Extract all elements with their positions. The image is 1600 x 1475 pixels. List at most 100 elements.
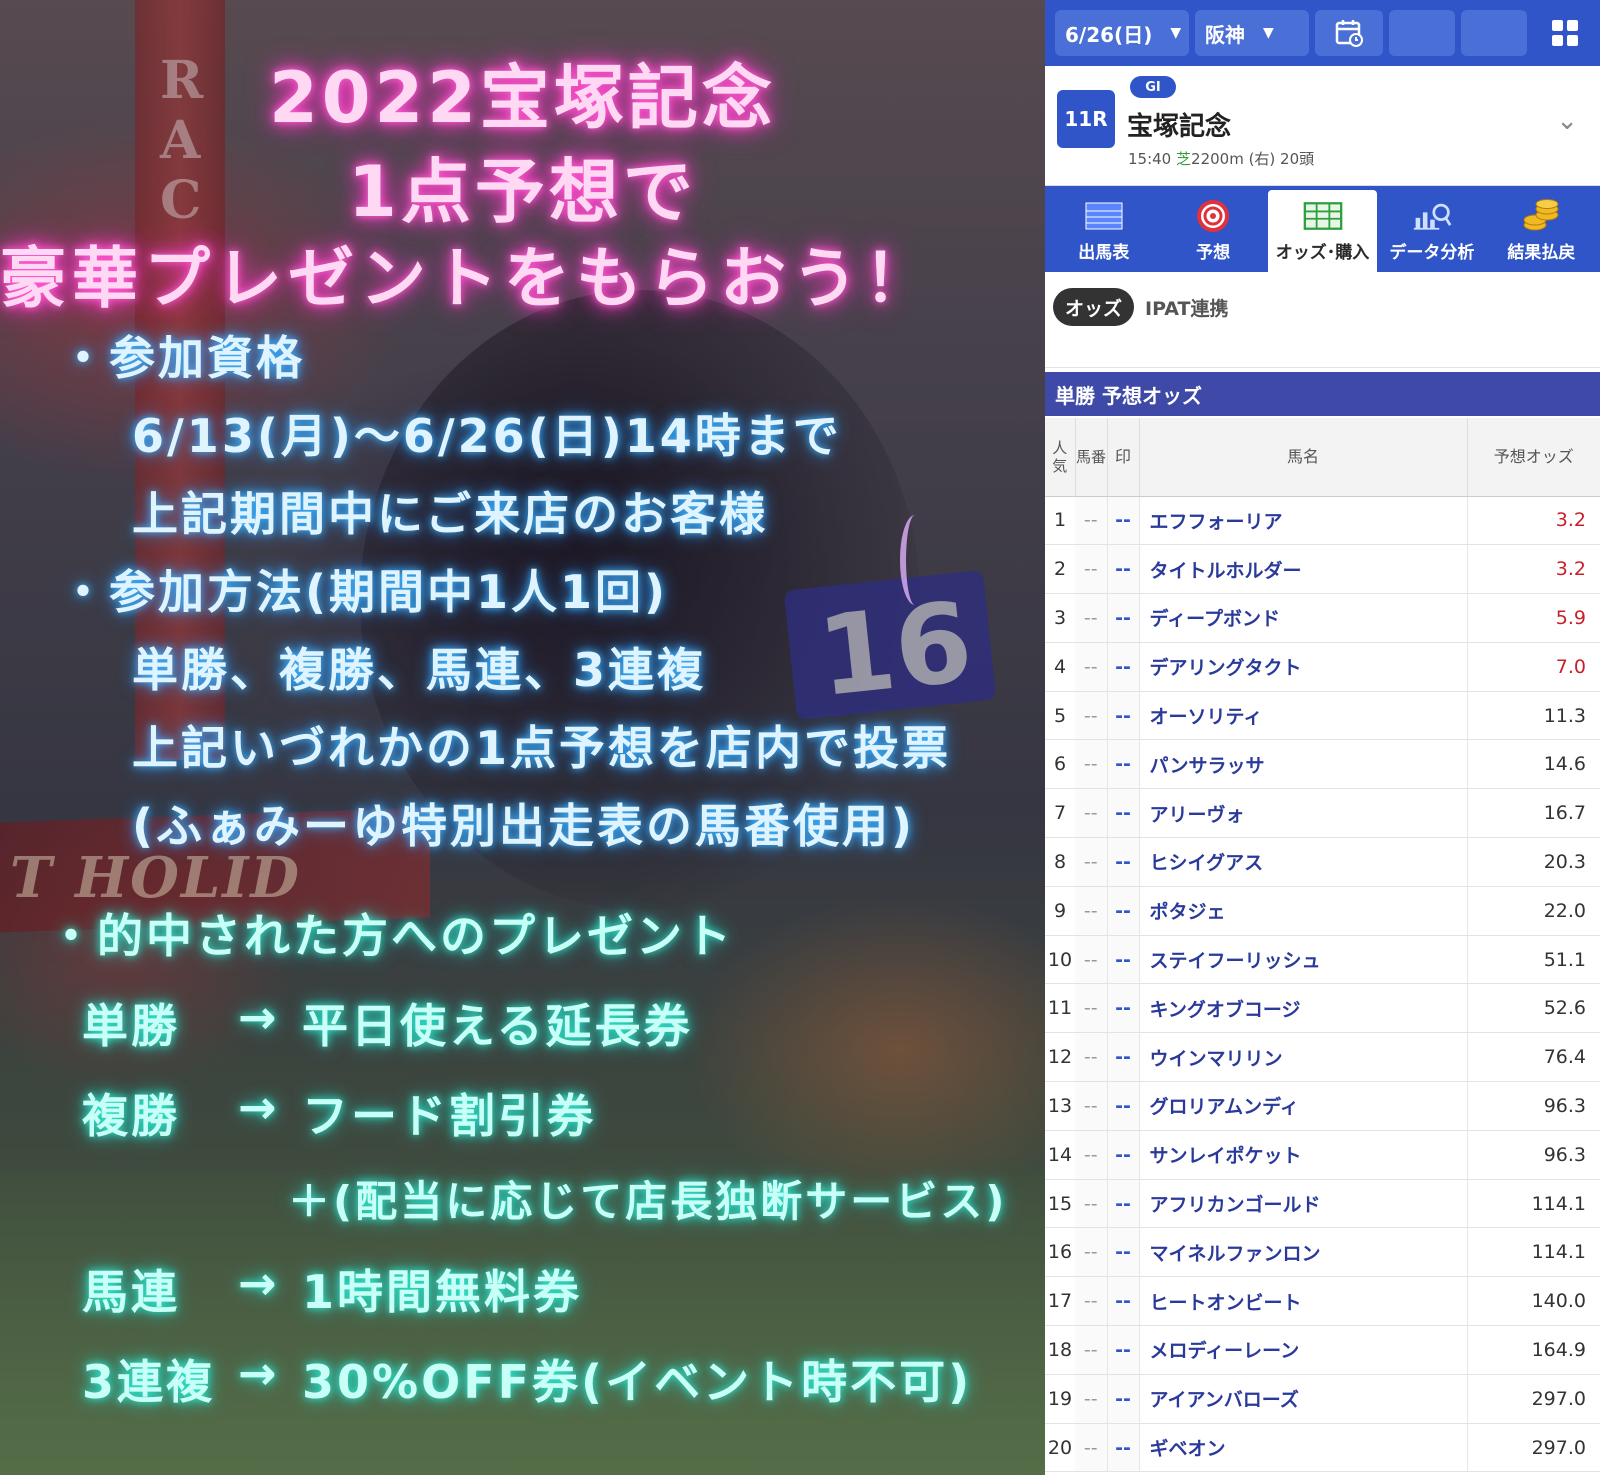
horse-number: -- bbox=[1075, 983, 1108, 1034]
horse-name: ディープボンド bbox=[1139, 593, 1468, 643]
tab-prediction[interactable]: 予想 bbox=[1158, 190, 1267, 272]
venue-select[interactable]: 阪神 ▼ bbox=[1195, 10, 1309, 56]
table-row[interactable]: 18 -- -- メロディーレーン 164.9 bbox=[1045, 1325, 1600, 1375]
popularity-rank: 12 bbox=[1045, 1032, 1075, 1083]
popularity-rank: 4 bbox=[1045, 642, 1075, 692]
table-row[interactable]: 2 -- -- タイトルホルダー 3.2 bbox=[1045, 544, 1600, 595]
coins-icon bbox=[1521, 198, 1561, 232]
nav-button[interactable] bbox=[1389, 10, 1455, 56]
race-distance: 2200m (右) 20頭 bbox=[1191, 150, 1315, 168]
prize-item: 平日使える延長券 bbox=[302, 999, 693, 1053]
prediction-mark: -- bbox=[1107, 642, 1140, 692]
table-row[interactable]: 9 -- -- ポタジェ 22.0 bbox=[1045, 886, 1600, 936]
prediction-mark: -- bbox=[1107, 593, 1140, 643]
prize-bet-label: 3連複 bbox=[82, 1355, 216, 1409]
table-row[interactable]: 19 -- -- アイアンバローズ 297.0 bbox=[1045, 1374, 1600, 1424]
table-header-row: 人気 馬番 印 馬名 予想オッズ bbox=[1045, 418, 1600, 497]
tab-results[interactable]: 結果払戻 bbox=[1487, 190, 1596, 272]
table-row[interactable]: 10 -- -- ステイフーリッシュ 51.1 bbox=[1045, 935, 1600, 985]
race-surface: 芝 bbox=[1176, 150, 1192, 168]
table-row[interactable]: 14 -- -- サンレイポケット 96.3 bbox=[1045, 1130, 1600, 1180]
horse-number: -- bbox=[1075, 1423, 1108, 1473]
popularity-rank: 15 bbox=[1045, 1179, 1075, 1229]
prediction-mark: -- bbox=[1107, 496, 1140, 546]
eligibility-who: 上記期間中にご来店のお客様 bbox=[132, 487, 769, 541]
win-odds: 7.0 bbox=[1467, 642, 1600, 692]
win-odds: 114.1 bbox=[1467, 1227, 1600, 1278]
prize-heading: ・的中された方へのプレゼント bbox=[48, 909, 734, 963]
subtab-odds[interactable]: オッズ bbox=[1053, 288, 1135, 326]
table-row[interactable]: 5 -- -- オーソリティ 11.3 bbox=[1045, 691, 1600, 741]
table-row[interactable]: 1 -- -- エフフォーリア 3.2 bbox=[1045, 496, 1600, 546]
table-row[interactable]: 17 -- -- ヒートオンビート 140.0 bbox=[1045, 1276, 1600, 1327]
chevron-down-icon: ▼ bbox=[1170, 25, 1182, 41]
horse-name: デアリングタクト bbox=[1139, 642, 1468, 692]
prize-item: 30%OFF券(イベント時不可) bbox=[302, 1355, 973, 1409]
col-header-mark: 印 bbox=[1107, 418, 1140, 497]
table-row[interactable]: 16 -- -- マイネルファンロン 114.1 bbox=[1045, 1227, 1600, 1278]
horse-name: ギベオン bbox=[1139, 1423, 1468, 1473]
table-row[interactable]: 15 -- -- アフリカンゴールド 114.1 bbox=[1045, 1179, 1600, 1229]
popularity-rank: 10 bbox=[1045, 935, 1075, 985]
table-row[interactable]: 7 -- -- アリーヴォ 16.7 bbox=[1045, 788, 1600, 839]
menu-grid-button[interactable] bbox=[1540, 10, 1590, 56]
horse-name: ヒシイグアス bbox=[1139, 837, 1468, 887]
horse-name: メロディーレーン bbox=[1139, 1325, 1468, 1375]
prediction-mark: -- bbox=[1107, 1130, 1140, 1180]
prediction-mark: -- bbox=[1107, 739, 1140, 790]
table-row[interactable]: 12 -- -- ウインマリリン 76.4 bbox=[1045, 1032, 1600, 1083]
popularity-rank: 3 bbox=[1045, 593, 1075, 643]
horse-name: アイアンバローズ bbox=[1139, 1374, 1468, 1424]
calendar-button[interactable] bbox=[1315, 10, 1383, 56]
table-row[interactable]: 3 -- -- ディープボンド 5.9 bbox=[1045, 593, 1600, 643]
win-odds: 297.0 bbox=[1467, 1374, 1600, 1424]
horse-number: -- bbox=[1075, 1032, 1108, 1083]
race-header[interactable]: 11R GI 宝塚記念 15:40 芝2200m (右) 20頭 ⌄ bbox=[1045, 66, 1600, 186]
horse-number: -- bbox=[1075, 837, 1108, 887]
prize-item: 1時間無料券 bbox=[302, 1265, 583, 1319]
race-tabs: 出馬表 予想 オッズ･購入 データ分析 結果払戻 bbox=[1045, 186, 1600, 272]
chevron-down-icon[interactable]: ⌄ bbox=[1556, 106, 1578, 136]
popularity-rank: 8 bbox=[1045, 837, 1075, 887]
win-odds: 114.1 bbox=[1467, 1179, 1600, 1229]
horse-name: アフリカンゴールド bbox=[1139, 1179, 1468, 1229]
tab-entries[interactable]: 出馬表 bbox=[1049, 190, 1158, 272]
win-odds: 14.6 bbox=[1467, 739, 1600, 790]
nav-button[interactable] bbox=[1461, 10, 1527, 56]
popularity-rank: 16 bbox=[1045, 1227, 1075, 1278]
prize-bet-label: 単勝 bbox=[82, 999, 180, 1053]
popularity-rank: 13 bbox=[1045, 1081, 1075, 1131]
tab-label: 結果払戻 bbox=[1507, 242, 1576, 263]
horse-number: -- bbox=[1075, 544, 1108, 595]
popularity-rank: 5 bbox=[1045, 691, 1075, 741]
popularity-rank: 6 bbox=[1045, 739, 1075, 790]
list-icon bbox=[1084, 200, 1124, 232]
venue-select-value: 阪神 bbox=[1205, 22, 1245, 47]
campaign-poster: R A C 16 T HOLID 2022宝塚記念 1点予想で 豪華プレゼントを… bbox=[0, 0, 1045, 1475]
prediction-mark: -- bbox=[1107, 1423, 1140, 1473]
win-odds: 164.9 bbox=[1467, 1325, 1600, 1375]
poster-title-line1: 2022宝塚記念 bbox=[269, 57, 776, 139]
tab-label: 出馬表 bbox=[1078, 242, 1130, 263]
grade-badge: GI bbox=[1130, 76, 1176, 98]
subtab-ipat-link[interactable]: IPAT連携 bbox=[1145, 288, 1228, 326]
horse-name: エフフォーリア bbox=[1139, 496, 1468, 546]
tab-odds-purchase[interactable]: オッズ･購入 bbox=[1267, 190, 1378, 272]
tab-data-analysis[interactable]: データ分析 bbox=[1377, 190, 1486, 272]
prediction-mark: -- bbox=[1107, 983, 1140, 1034]
horse-name: ステイフーリッシュ bbox=[1139, 935, 1468, 985]
table-row[interactable]: 8 -- -- ヒシイグアス 20.3 bbox=[1045, 837, 1600, 887]
win-odds: 52.6 bbox=[1467, 983, 1600, 1034]
popularity-rank: 20 bbox=[1045, 1423, 1075, 1473]
horse-name: ポタジェ bbox=[1139, 886, 1468, 936]
table-row[interactable]: 20 -- -- ギベオン 297.0 bbox=[1045, 1423, 1600, 1473]
table-row[interactable]: 11 -- -- キングオブコージ 52.6 bbox=[1045, 983, 1600, 1034]
prediction-mark: -- bbox=[1107, 1032, 1140, 1083]
table-row[interactable]: 4 -- -- デアリングタクト 7.0 bbox=[1045, 642, 1600, 692]
arrow-icon: → bbox=[238, 1080, 280, 1134]
date-select[interactable]: 6/26(日) ▼ bbox=[1055, 10, 1189, 56]
horse-name: タイトルホルダー bbox=[1139, 544, 1468, 595]
horse-number: -- bbox=[1075, 1374, 1108, 1424]
table-row[interactable]: 6 -- -- パンサラッサ 14.6 bbox=[1045, 739, 1600, 790]
table-row[interactable]: 13 -- -- グロリアムンディ 96.3 bbox=[1045, 1081, 1600, 1131]
